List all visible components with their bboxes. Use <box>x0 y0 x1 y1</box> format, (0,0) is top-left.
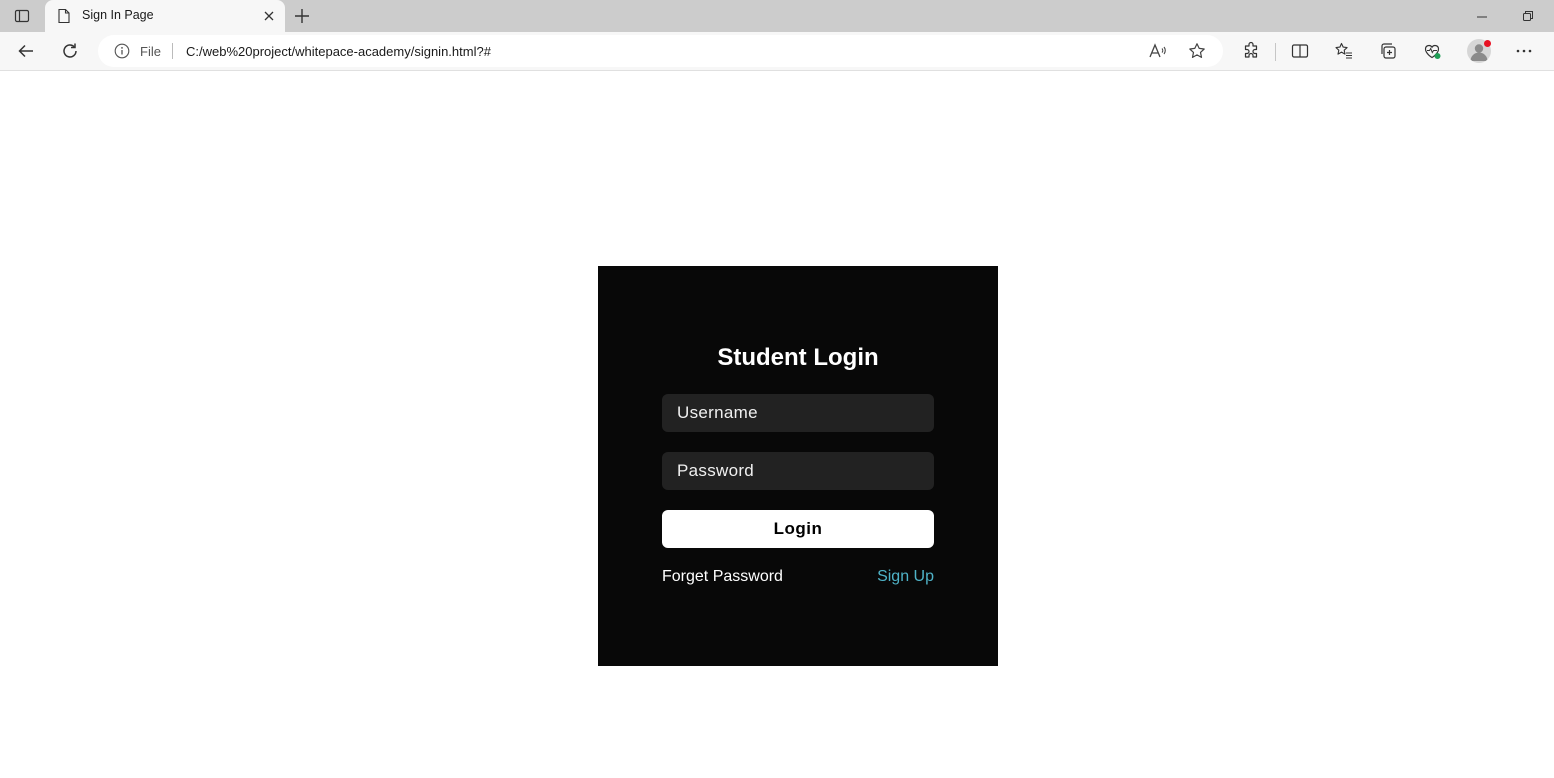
login-card: Student Login Login Forget Password Sign… <box>598 266 998 666</box>
address-divider <box>172 43 173 59</box>
plus-icon[interactable] <box>292 6 312 26</box>
browser-essentials-icon[interactable] <box>1421 40 1443 62</box>
close-icon[interactable] <box>261 8 277 24</box>
collections-icon[interactable] <box>1377 40 1399 62</box>
restore-icon[interactable] <box>1520 8 1536 24</box>
extensions-icon[interactable] <box>1240 40 1262 62</box>
username-input[interactable] <box>662 394 934 432</box>
split-screen-icon[interactable] <box>1289 40 1311 62</box>
tab-strip: Sign In Page <box>0 0 1554 32</box>
favorites-icon[interactable] <box>1333 40 1355 62</box>
refresh-icon[interactable] <box>59 40 81 62</box>
url-text[interactable]: C:/web%20project/whitepace-academy/signi… <box>186 44 491 59</box>
toolbar-divider <box>1275 43 1276 61</box>
read-aloud-icon[interactable] <box>1148 42 1168 60</box>
minimize-icon[interactable] <box>1474 10 1490 22</box>
tab-title: Sign In Page <box>82 8 154 22</box>
address-bar[interactable]: File C:/web%20project/whitepace-academy/… <box>98 35 1223 67</box>
back-icon[interactable] <box>15 40 37 62</box>
browser-toolbar: File C:/web%20project/whitepace-academy/… <box>0 32 1554 71</box>
tab-actions-icon[interactable] <box>8 5 36 27</box>
scheme-label: File <box>140 44 161 59</box>
star-icon[interactable] <box>1188 42 1206 60</box>
login-button[interactable]: Login <box>662 510 934 548</box>
forget-password-link[interactable]: Forget Password <box>662 568 783 586</box>
password-input[interactable] <box>662 452 934 490</box>
active-tab[interactable]: Sign In Page <box>45 0 285 32</box>
more-icon[interactable] <box>1513 40 1535 62</box>
page-title: Student Login <box>717 344 879 371</box>
page-icon <box>57 8 71 29</box>
notification-dot <box>1484 40 1491 47</box>
info-icon[interactable] <box>114 43 130 59</box>
sign-up-link[interactable]: Sign Up <box>877 568 934 586</box>
